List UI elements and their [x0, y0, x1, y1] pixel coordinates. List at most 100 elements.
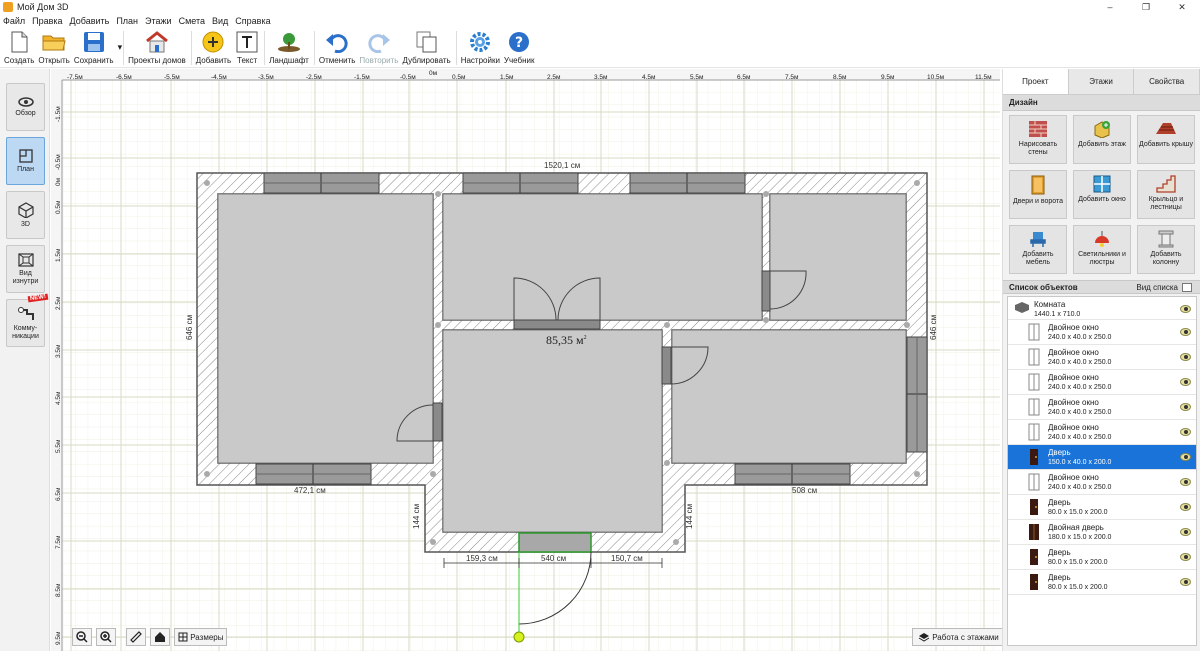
- wall-node[interactable]: [204, 180, 210, 186]
- save-dropdown-button[interactable]: ▾: [118, 28, 123, 53]
- visibility-eye-icon[interactable]: [1180, 578, 1191, 586]
- visibility-eye-icon[interactable]: [1180, 378, 1191, 386]
- list-item[interactable]: Двойное окно 240.0 x 40.0 x 250.0: [1008, 420, 1196, 445]
- room[interactable]: [671, 329, 907, 464]
- visibility-eye-icon[interactable]: [1180, 428, 1191, 436]
- list-item[interactable]: Двойное окно 240.0 x 40.0 x 250.0: [1008, 370, 1196, 395]
- undo-button[interactable]: Отменить: [319, 28, 355, 65]
- visibility-eye-icon[interactable]: [1180, 503, 1191, 511]
- overview-button[interactable]: Обзор: [6, 83, 45, 131]
- duplicate-button[interactable]: Дублировать: [402, 28, 451, 65]
- wall-node[interactable]: [430, 471, 436, 477]
- text-button[interactable]: Текст: [235, 28, 259, 65]
- entrance-door-selected[interactable]: [518, 532, 592, 553]
- sizes-button[interactable]: Размеры: [174, 628, 228, 646]
- visibility-eye-icon[interactable]: [1180, 453, 1191, 461]
- list-item[interactable]: Двойная дверь 180.0 x 15.0 x 200.0: [1008, 520, 1196, 545]
- redo-button[interactable]: Повторить: [359, 28, 398, 65]
- wall-node[interactable]: [435, 191, 441, 197]
- wall-node[interactable]: [204, 471, 210, 477]
- wall-node[interactable]: [763, 317, 769, 323]
- new-button[interactable]: Создать: [4, 28, 34, 65]
- list-item[interactable]: Комната 1440.1 x 710.0: [1008, 297, 1196, 320]
- list-item-selected[interactable]: Дверь 150.0 x 40.0 x 200.0: [1008, 445, 1196, 470]
- double-door[interactable]: [513, 319, 601, 330]
- menu-help[interactable]: Справка: [235, 16, 270, 26]
- add-roof-button[interactable]: Добавить крышу: [1137, 115, 1195, 164]
- list-item[interactable]: Двойное окно 240.0 x 40.0 x 250.0: [1008, 470, 1196, 495]
- house-projects-button[interactable]: Проекты домов: [128, 28, 186, 65]
- tab-project[interactable]: Проект: [1003, 69, 1069, 94]
- visibility-eye-icon[interactable]: [1180, 305, 1191, 313]
- room[interactable]: [442, 329, 663, 533]
- menu-plan[interactable]: План: [116, 16, 138, 26]
- zoom-in-button[interactable]: [96, 628, 116, 646]
- home-button[interactable]: [150, 628, 170, 646]
- list-item[interactable]: Дверь 80.0 x 15.0 x 200.0: [1008, 570, 1196, 595]
- list-item[interactable]: Двойное окно 240.0 x 40.0 x 250.0: [1008, 345, 1196, 370]
- close-button[interactable]: ✕: [1164, 0, 1200, 14]
- add-furniture-button[interactable]: Добавить мебель: [1009, 225, 1067, 274]
- visibility-eye-icon[interactable]: [1180, 353, 1191, 361]
- plan-button[interactable]: План: [6, 137, 45, 185]
- view-list-label[interactable]: Вид списка: [1136, 281, 1178, 295]
- add-column-button[interactable]: Добавить колонну: [1137, 225, 1195, 274]
- door[interactable]: [432, 402, 443, 442]
- wall-node[interactable]: [430, 539, 436, 545]
- menu-file[interactable]: Файл: [3, 16, 25, 26]
- menu-add[interactable]: Добавить: [70, 16, 110, 26]
- room[interactable]: [769, 193, 907, 321]
- door[interactable]: [661, 346, 672, 385]
- draw-walls-button[interactable]: Нарисовать стены: [1009, 115, 1067, 164]
- porch-stairs-button[interactable]: Крыльцо и лестницы: [1137, 170, 1195, 219]
- save-button[interactable]: Сохранить: [74, 28, 114, 65]
- maximize-button[interactable]: ❐: [1128, 0, 1164, 14]
- visibility-eye-icon[interactable]: [1180, 478, 1191, 486]
- menu-edit[interactable]: Правка: [32, 16, 62, 26]
- wall-node[interactable]: [673, 539, 679, 545]
- zoom-out-button[interactable]: [72, 628, 92, 646]
- menu-estimate[interactable]: Смета: [179, 16, 205, 26]
- list-item[interactable]: Дверь 80.0 x 15.0 x 200.0: [1008, 545, 1196, 570]
- visibility-eye-icon[interactable]: [1180, 328, 1191, 336]
- menu-floors[interactable]: Этажи: [145, 16, 172, 26]
- visibility-eye-icon[interactable]: [1180, 553, 1191, 561]
- tutorial-button[interactable]: ? Учебник: [504, 28, 535, 65]
- wall-node[interactable]: [914, 471, 920, 477]
- floor-plan[interactable]: -7.5м -6.5м -5.5м -4.5м -3.5м -2.5м -1.5…: [51, 69, 1000, 651]
- communications-button[interactable]: NEW! Комму-никации: [6, 293, 49, 347]
- list-view-icon[interactable]: [1182, 283, 1192, 292]
- wall-node[interactable]: [904, 322, 910, 328]
- wall-node[interactable]: [914, 180, 920, 186]
- interior-view-button[interactable]: Вид изнутри: [6, 245, 45, 293]
- 3d-button[interactable]: 3D: [6, 191, 45, 239]
- list-item[interactable]: Двойное окно 240.0 x 40.0 x 250.0: [1008, 320, 1196, 345]
- measure-button[interactable]: [126, 628, 146, 646]
- wall-node[interactable]: [435, 322, 441, 328]
- add-floor-button[interactable]: Добавить этаж: [1073, 115, 1131, 164]
- wall-node[interactable]: [664, 322, 670, 328]
- landscape-button[interactable]: Ландшафт: [269, 28, 309, 65]
- tab-floors[interactable]: Этажи: [1068, 69, 1135, 94]
- list-item[interactable]: Двойное окно 240.0 x 40.0 x 250.0: [1008, 395, 1196, 420]
- room[interactable]: [442, 193, 763, 321]
- visibility-eye-icon[interactable]: [1180, 403, 1191, 411]
- visibility-eye-icon[interactable]: [1180, 528, 1191, 536]
- tab-properties[interactable]: Свойства: [1134, 69, 1200, 94]
- list-item[interactable]: Дверь 80.0 x 15.0 x 200.0: [1008, 495, 1196, 520]
- rotate-handle[interactable]: [513, 631, 525, 643]
- room[interactable]: [217, 193, 434, 464]
- floors-work-button[interactable]: Работа с этажами: [912, 628, 1005, 646]
- wall-node[interactable]: [664, 460, 670, 466]
- wall-node[interactable]: [763, 191, 769, 197]
- add-window-button[interactable]: Добавить окно: [1073, 170, 1131, 219]
- settings-button[interactable]: Настройки: [461, 28, 500, 65]
- door[interactable]: [761, 270, 771, 312]
- plan-canvas[interactable]: -7.5м -6.5м -5.5м -4.5м -3.5м -2.5м -1.5…: [51, 69, 1000, 651]
- doors-gates-button[interactable]: Двери и ворота: [1009, 170, 1067, 219]
- minimize-button[interactable]: –: [1092, 0, 1128, 14]
- lamps-button[interactable]: Светильники и люстры: [1073, 225, 1131, 274]
- add-button[interactable]: Добавить: [196, 28, 231, 65]
- menu-view[interactable]: Вид: [212, 16, 228, 26]
- open-button[interactable]: Открыть: [38, 28, 70, 65]
